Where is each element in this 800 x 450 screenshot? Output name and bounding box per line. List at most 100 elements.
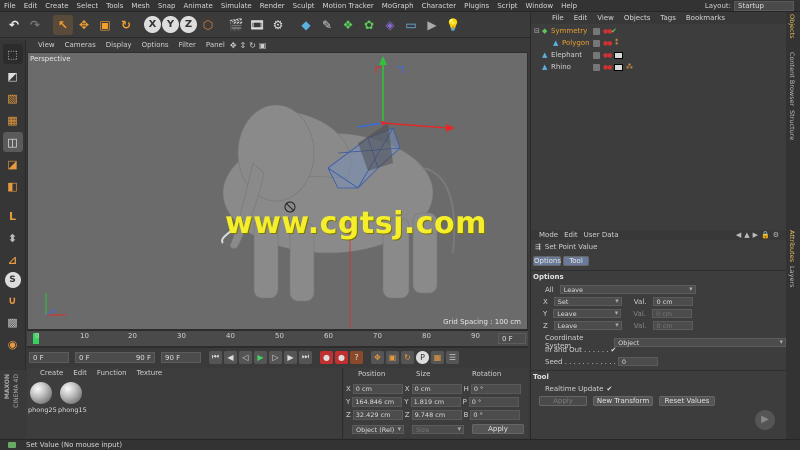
object-menu-objects[interactable]: Objects <box>619 12 655 24</box>
cube-icon[interactable]: ◆ <box>296 15 316 35</box>
model-mode-icon[interactable]: ◩ <box>3 66 23 86</box>
tab-attributes[interactable]: Attributes <box>788 230 796 262</box>
autokey-icon[interactable]: ● <box>335 350 348 364</box>
position-y-field[interactable]: 164.846 cm <box>352 397 403 407</box>
viewport-menu-filter[interactable]: Filter <box>174 40 201 51</box>
attributes-menu-mode[interactable]: Mode <box>539 231 558 239</box>
next-key-icon[interactable]: ▶ <box>284 350 297 364</box>
scale-icon[interactable]: ▣ <box>95 15 115 35</box>
menu-create[interactable]: Create <box>41 0 72 12</box>
axis-mode-icon[interactable]: L <box>3 206 23 226</box>
axis-x-mode-select[interactable]: Set <box>553 297 622 306</box>
sculpt-lock-icon[interactable]: ◉ <box>3 334 23 354</box>
dolly-icon[interactable]: ⇕ <box>240 40 247 51</box>
cloner-icon[interactable]: ✿ <box>359 15 379 35</box>
key-position-icon[interactable]: ✥ <box>371 350 384 364</box>
material-item[interactable]: phong25 <box>28 382 57 414</box>
menu-sculpt[interactable]: Sculpt <box>289 0 319 12</box>
end-frame-field[interactable]: 0 F <box>498 333 526 344</box>
deformer-icon[interactable]: ◈ <box>380 15 400 35</box>
floor-icon[interactable]: ▭ <box>401 15 421 35</box>
key-parameter-icon[interactable]: P <box>416 350 429 364</box>
render-settings-icon[interactable]: ⚙ <box>268 15 288 35</box>
solo-icon[interactable]: S <box>4 272 21 288</box>
reset-values-button[interactable]: Reset Values <box>659 396 715 406</box>
viewport-menu-cameras[interactable]: Cameras <box>60 40 101 51</box>
tag-icon[interactable]: ⁑ <box>615 39 619 47</box>
size-x-field[interactable]: 0 cm <box>411 384 462 394</box>
tweak-mode-icon[interactable]: ⬍ <box>3 228 23 248</box>
move-icon[interactable]: ✥ <box>74 15 94 35</box>
render-view-icon[interactable]: 🎬 <box>226 15 246 35</box>
position-z-field[interactable]: 32.429 cm <box>352 410 403 420</box>
key-scale-icon[interactable]: ▣ <box>386 350 399 364</box>
snap-settings-icon[interactable]: ⊿ <box>3 250 23 270</box>
timeline-ruler[interactable]: 0 10 20 30 40 50 60 70 80 90 0 F <box>27 330 528 346</box>
material-menu-texture[interactable]: Texture <box>132 368 168 378</box>
rotation-p-field[interactable]: 0 ° <box>468 397 519 407</box>
orbit-icon[interactable]: ↻ <box>249 40 256 51</box>
rotation-b-field[interactable]: 0 ° <box>470 410 521 420</box>
y-axis-icon[interactable]: Y <box>162 16 179 33</box>
object-menu-file[interactable]: File <box>547 12 569 24</box>
object-row-symmetry[interactable]: ⊟ ◆ Symmetry ●● ✔ <box>531 25 786 37</box>
help-play-icon[interactable]: ▶ <box>755 410 775 430</box>
points-mode-icon[interactable]: ◫ <box>2 132 23 152</box>
tag-icon[interactable]: ⁂ <box>626 63 633 71</box>
make-editable-icon[interactable]: ⬚ <box>2 44 23 64</box>
attributes-menu-edit[interactable]: Edit <box>564 231 578 239</box>
in-and-out-checkbox[interactable]: ✔ <box>611 346 617 354</box>
x-axis-icon[interactable]: X <box>144 16 161 33</box>
axis-y-mode-select[interactable]: Leave <box>553 309 622 318</box>
visibility-toggle[interactable] <box>593 27 600 35</box>
spline-pen-icon[interactable]: ✎ <box>317 15 337 35</box>
subdivision-icon[interactable]: ❖ <box>338 15 358 35</box>
texture-mode-icon[interactable]: ▧ <box>3 88 23 108</box>
menu-script[interactable]: Script <box>493 0 521 12</box>
all-select[interactable]: Leave <box>559 285 696 294</box>
tab-content-browser[interactable]: Content Browser <box>788 52 796 106</box>
axis-x-value-field[interactable]: 0 cm <box>652 297 693 306</box>
render-dots[interactable]: ●● <box>603 64 613 71</box>
pan-icon[interactable]: ✥ <box>230 40 237 51</box>
tab-objects[interactable]: Objects <box>788 14 796 39</box>
light-icon[interactable]: 💡 <box>443 15 463 35</box>
current-frame-field[interactable]: 0 F <box>29 351 69 363</box>
enabled-check-icon[interactable]: ✔ <box>611 27 617 35</box>
viewport-menu-panel[interactable]: Panel <box>201 40 230 51</box>
rotation-h-field[interactable]: 0 ° <box>470 384 521 394</box>
select-arrow-icon[interactable]: ↖ <box>53 14 73 35</box>
seed-field[interactable]: 0 <box>617 357 658 366</box>
z-axis-icon[interactable]: Z <box>180 16 197 33</box>
redo-icon[interactable]: ↷ <box>25 15 45 35</box>
grid-snap-icon[interactable]: ▩ <box>3 312 23 332</box>
menu-render[interactable]: Render <box>256 0 289 12</box>
menu-tools[interactable]: Tools <box>102 0 127 12</box>
max-frame-field[interactable]: 90 F <box>161 351 201 363</box>
layout-select[interactable]: Startup <box>734 1 794 11</box>
collapse-icon[interactable]: ⊟ <box>534 27 540 35</box>
render-picture-viewer-icon[interactable]: 🎞 <box>247 15 267 35</box>
record-icon[interactable]: ● <box>320 350 333 364</box>
material-item[interactable]: phong15 <box>58 382 87 414</box>
menu-character[interactable]: Character <box>418 0 461 12</box>
coord-apply-button[interactable]: Apply <box>472 424 524 434</box>
prev-frame-icon[interactable]: ◁ <box>239 350 252 364</box>
subtab-tool[interactable]: Tool <box>563 256 589 266</box>
menu-motion-tracker[interactable]: Motion Tracker <box>319 0 378 12</box>
texture-tag-icon[interactable] <box>614 63 623 71</box>
goto-end-icon[interactable]: ⏭ <box>299 350 312 364</box>
size-z-field[interactable]: 9.748 cm <box>411 410 462 420</box>
coord-size-mode-select[interactable]: Size <box>412 424 464 434</box>
menu-edit[interactable]: Edit <box>20 0 42 12</box>
subtab-options[interactable]: Options <box>533 256 561 266</box>
goto-start-icon[interactable]: ⏮ <box>209 350 222 364</box>
menu-simulate[interactable]: Simulate <box>217 0 256 12</box>
camera-icon[interactable]: ▶ <box>422 15 442 35</box>
visibility-toggle[interactable] <box>593 51 600 59</box>
material-menu-function[interactable]: Function <box>92 368 132 378</box>
object-menu-tags[interactable]: Tags <box>655 12 681 24</box>
keyframe-selection-icon[interactable]: ? <box>350 350 363 364</box>
coord-system-select[interactable]: Object <box>614 337 786 347</box>
snap-magnet-icon[interactable]: ∪ <box>3 290 23 310</box>
